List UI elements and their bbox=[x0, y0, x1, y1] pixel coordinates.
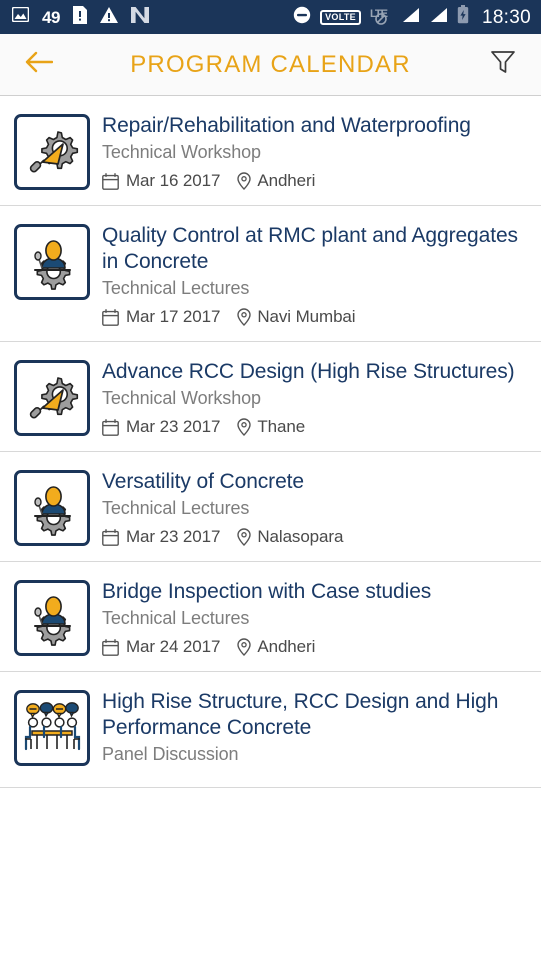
event-title: Advance RCC Design (High Rise Structures… bbox=[102, 360, 515, 383]
event-category: Technical Workshop bbox=[102, 388, 261, 408]
event-location: Thane bbox=[257, 417, 306, 436]
calendar-icon bbox=[102, 638, 119, 656]
status-bar-right: VOLTE LTE 18:30 bbox=[293, 5, 531, 29]
list-item[interactable]: Advance RCC Design (High Rise Structures… bbox=[0, 342, 541, 452]
event-location-chunk: Nalasopara bbox=[237, 527, 343, 547]
status-bar: 49 VOLTE LTE 18:30 bbox=[0, 0, 541, 34]
event-date: Mar 17 2017 bbox=[126, 307, 221, 326]
event-date-chunk: Mar 16 2017 bbox=[102, 171, 220, 191]
event-category: Technical Lectures bbox=[102, 278, 250, 298]
volte-badge: VOLTE bbox=[320, 9, 361, 25]
event-location-chunk: Andheri bbox=[237, 637, 315, 657]
event-details: Advance RCC Design (High Rise Structures… bbox=[102, 358, 527, 437]
event-meta: Mar 23 2017 Nalasopara bbox=[102, 527, 527, 547]
event-location: Andheri bbox=[257, 637, 316, 656]
event-location-chunk: Thane bbox=[237, 417, 305, 437]
event-date-chunk: Mar 24 2017 bbox=[102, 637, 220, 657]
event-date-chunk: Mar 23 2017 bbox=[102, 417, 220, 437]
clock-time: 18:30 bbox=[481, 6, 531, 28]
event-date: Mar 23 2017 bbox=[126, 417, 221, 436]
calendar-icon bbox=[102, 418, 119, 436]
lecture-speaker-gear-icon bbox=[22, 478, 82, 538]
event-meta: Mar 23 2017 Thane bbox=[102, 417, 527, 437]
event-date-chunk: Mar 17 2017 bbox=[102, 307, 220, 327]
arrow-left-icon bbox=[25, 51, 54, 78]
calendar-icon bbox=[102, 308, 119, 326]
event-title: Quality Control at RMC plant and Aggrega… bbox=[102, 224, 518, 273]
event-details: Quality Control at RMC plant and Aggrega… bbox=[102, 222, 527, 327]
n-app-icon bbox=[130, 6, 149, 28]
event-title: Repair/Rehabilitation and Waterproofing bbox=[102, 114, 471, 137]
event-meta: Mar 16 2017 Andheri bbox=[102, 171, 527, 191]
event-thumbnail bbox=[14, 470, 90, 546]
location-pin-icon bbox=[237, 308, 252, 326]
event-thumbnail bbox=[14, 360, 90, 436]
program-calendar-list[interactable]: Repair/Rehabilitation and Waterproofing … bbox=[0, 96, 541, 962]
event-details: High Rise Structure, RCC Design and High… bbox=[102, 688, 527, 773]
back-button[interactable] bbox=[16, 42, 62, 88]
event-date-chunk: Mar 23 2017 bbox=[102, 527, 220, 547]
location-pin-icon bbox=[237, 172, 252, 190]
signal-bars-icon-2 bbox=[429, 7, 448, 28]
page-title: PROGRAM CALENDAR bbox=[130, 50, 411, 78]
list-item[interactable]: Versatility of Concrete Technical Lectur… bbox=[0, 452, 541, 562]
event-meta: Mar 24 2017 Andheri bbox=[102, 637, 527, 657]
event-category: Technical Lectures bbox=[102, 608, 250, 628]
event-location-chunk: Andheri bbox=[237, 171, 315, 191]
location-pin-icon bbox=[237, 638, 252, 656]
lecture-speaker-gear-icon bbox=[22, 588, 82, 648]
event-date: Mar 24 2017 bbox=[126, 637, 221, 656]
event-thumbnail bbox=[14, 580, 90, 656]
event-meta: Mar 17 2017 Navi Mumbai bbox=[102, 307, 527, 327]
list-item[interactable]: Repair/Rehabilitation and Waterproofing … bbox=[0, 96, 541, 206]
event-category: Technical Workshop bbox=[102, 142, 261, 162]
battery-charging-icon bbox=[457, 5, 469, 29]
event-title: Bridge Inspection with Case studies bbox=[102, 580, 432, 603]
event-thumbnail bbox=[14, 690, 90, 766]
calendar-icon bbox=[102, 172, 119, 190]
calendar-icon bbox=[102, 528, 119, 546]
event-details: Bridge Inspection with Case studies Tech… bbox=[102, 578, 527, 657]
status-bar-left: 49 bbox=[11, 5, 149, 29]
filter-button[interactable] bbox=[481, 43, 525, 87]
event-category: Technical Lectures bbox=[102, 498, 250, 518]
event-location: Navi Mumbai bbox=[257, 307, 356, 326]
lecture-speaker-gear-icon bbox=[22, 232, 82, 292]
location-pin-icon bbox=[237, 528, 252, 546]
workshop-gear-trowel-icon bbox=[22, 368, 82, 428]
event-date: Mar 23 2017 bbox=[126, 527, 221, 546]
list-item[interactable]: Quality Control at RMC plant and Aggrega… bbox=[0, 206, 541, 342]
workshop-gear-trowel-icon bbox=[22, 122, 82, 182]
event-details: Versatility of Concrete Technical Lectur… bbox=[102, 468, 527, 547]
lte-disabled-icon: LTE bbox=[370, 8, 392, 26]
event-thumbnail bbox=[14, 224, 90, 300]
signal-bars-icon bbox=[401, 7, 420, 28]
list-item[interactable]: High Rise Structure, RCC Design and High… bbox=[0, 672, 541, 788]
sim-alert-icon bbox=[72, 5, 87, 29]
event-thumbnail bbox=[14, 114, 90, 190]
warning-triangle-icon bbox=[99, 6, 118, 28]
event-location-chunk: Navi Mumbai bbox=[237, 307, 356, 327]
notification-count: 49 bbox=[42, 7, 60, 27]
image-icon bbox=[11, 6, 30, 27]
list-item[interactable]: Bridge Inspection with Case studies Tech… bbox=[0, 562, 541, 672]
event-date: Mar 16 2017 bbox=[126, 171, 221, 190]
filter-funnel-icon bbox=[489, 49, 517, 80]
event-details: Repair/Rehabilitation and Waterproofing … bbox=[102, 112, 527, 191]
event-location: Nalasopara bbox=[257, 527, 344, 546]
do-not-disturb-icon bbox=[293, 6, 311, 29]
event-category: Panel Discussion bbox=[102, 744, 239, 764]
app-bar: PROGRAM CALENDAR bbox=[0, 34, 541, 96]
event-title: High Rise Structure, RCC Design and High… bbox=[102, 690, 499, 739]
panel-discussion-table-icon bbox=[22, 699, 82, 757]
location-pin-icon bbox=[237, 418, 252, 436]
event-title: Versatility of Concrete bbox=[102, 470, 304, 493]
event-location: Andheri bbox=[257, 171, 316, 190]
